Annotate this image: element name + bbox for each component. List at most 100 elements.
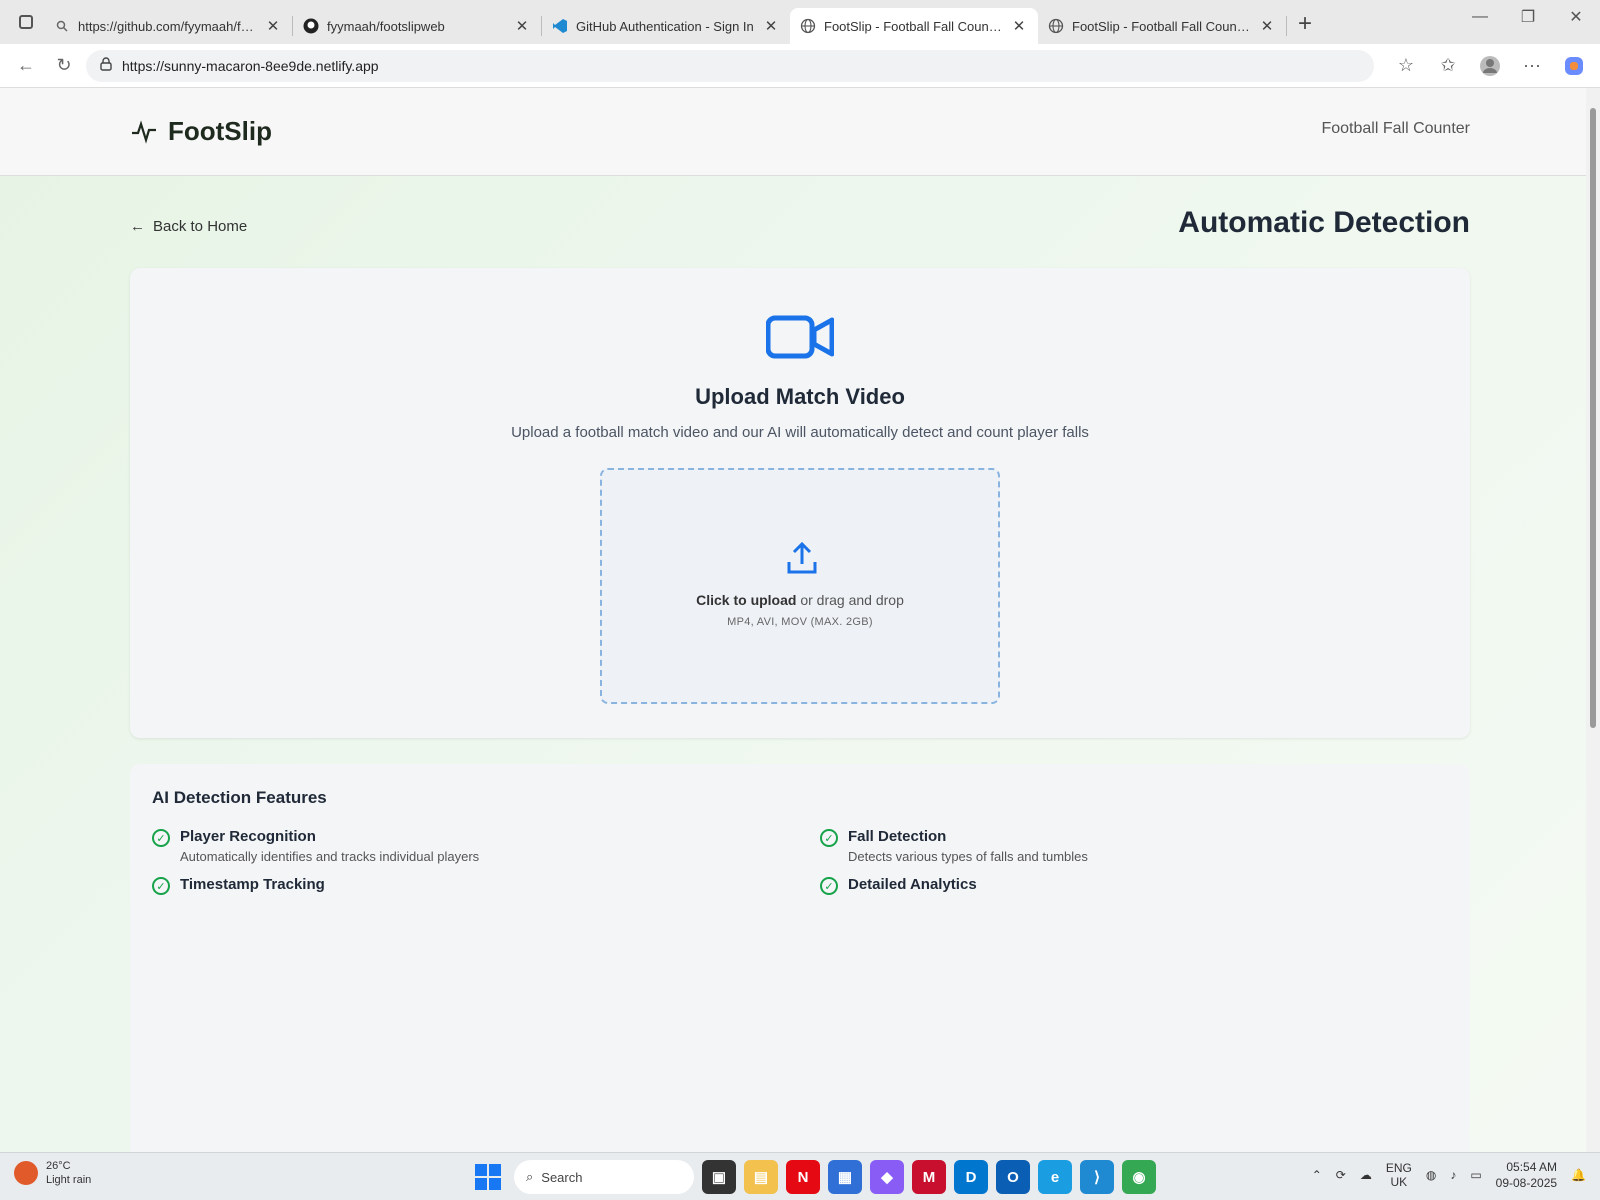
weather-widget[interactable]: 26°C Light rain — [14, 1159, 91, 1187]
feature-desc: Automatically identifies and tracks indi… — [180, 849, 480, 864]
drag-drop-text: or drag and drop — [800, 592, 904, 608]
weather-desc: Light rain — [46, 1174, 92, 1186]
profile-icon[interactable] — [1474, 50, 1506, 82]
clock-time: 05:54 AM — [1506, 1160, 1558, 1174]
language-indicator[interactable]: ENG UK — [1386, 1161, 1412, 1189]
tab-footslip[interactable]: FootSlip - Football Fall Counter ✕ — [1038, 8, 1286, 44]
scrollbar-thumb[interactable] — [1590, 108, 1596, 728]
upload-formats: MP4, AVI, MOV (MAX. 2GB) — [727, 616, 873, 628]
page-scrollbar[interactable] — [1586, 88, 1600, 1152]
tab-title: fyymaah/footslipweb — [327, 18, 445, 34]
vscode-icon — [552, 18, 568, 34]
address-bar[interactable]: https://sunny-macaron-8ee9de.netlify.app — [86, 49, 1374, 82]
edge-icon[interactable]: e — [1038, 1160, 1072, 1194]
arrow-left-icon: ← — [130, 218, 145, 235]
tab-footslip-active[interactable]: FootSlip - Football Fall Counter ✕ — [790, 8, 1038, 44]
upload-subtitle: Upload a football match video and our AI… — [511, 424, 1089, 441]
screen: https://github.com/fyymaah/foot ✕ fyymaa… — [0, 0, 1600, 1200]
back-arrow-icon[interactable]: ← — [10, 50, 42, 82]
close-icon[interactable]: ✕ — [264, 17, 282, 35]
feature-item: ✓ Fall Detection Detects various types o… — [820, 828, 1448, 864]
tab-github-url[interactable]: https://github.com/fyymaah/foot ✕ — [44, 8, 292, 44]
feature-title: Detailed Analytics — [848, 876, 977, 893]
star-icon[interactable]: ☆ — [1390, 50, 1422, 82]
feature-item: ✓ Detailed Analytics — [820, 876, 1448, 895]
taskbar: 26°C Light rain ⌕ Search ▣ ▤ N ▦ ◆ M D O… — [0, 1152, 1600, 1200]
close-icon[interactable]: ✕ — [513, 17, 531, 35]
check-circle-icon: ✓ — [820, 829, 838, 847]
features-title: AI Detection Features — [152, 788, 327, 807]
outlook-icon[interactable]: O — [996, 1160, 1030, 1194]
page-title: Automatic Detection — [1178, 206, 1470, 239]
browser-toolbar: ☆ ✩ ··· — [1390, 50, 1590, 82]
dell-icon[interactable]: D — [954, 1160, 988, 1194]
tab-title: FootSlip - Football Fall Counter — [1072, 18, 1250, 34]
upload-title: Upload Match Video — [695, 384, 905, 409]
taskbar-search-label: Search — [541, 1169, 583, 1185]
windows-start-icon[interactable] — [470, 1159, 506, 1195]
mcafee-icon[interactable]: M — [912, 1160, 946, 1194]
close-icon[interactable]: ✕ — [1010, 17, 1028, 35]
check-circle-icon: ✓ — [152, 877, 170, 895]
tab-title: https://github.com/fyymaah/foot — [78, 18, 256, 34]
tab-actions-button[interactable] — [8, 4, 44, 40]
features-grid: ✓ Player Recognition Automatically ident… — [152, 828, 1448, 895]
feature-title: Player Recognition — [180, 828, 316, 845]
globe-icon — [800, 18, 816, 34]
taskbar-search[interactable]: ⌕ Search — [514, 1160, 694, 1194]
upload-icon — [787, 541, 817, 574]
video-camera-icon — [766, 315, 834, 359]
tab-github-auth[interactable]: GitHub Authentication - Sign In ✕ — [542, 8, 790, 44]
refresh-icon[interactable]: ↻ — [48, 50, 80, 82]
sync-icon[interactable]: ⟳ — [1336, 1168, 1346, 1182]
upload-card: Upload Match Video Upload a football mat… — [130, 268, 1470, 738]
store-icon[interactable]: ▦ — [828, 1160, 862, 1194]
close-icon[interactable]: ✕ — [1258, 17, 1276, 35]
close-icon[interactable]: ✕ — [762, 17, 780, 35]
feature-title: Fall Detection — [848, 828, 947, 845]
search-icon: ⌕ — [526, 1169, 534, 1184]
favorites-icon[interactable]: ✩ — [1432, 50, 1464, 82]
tab-title: FootSlip - Football Fall Counter — [824, 18, 1002, 34]
cloud-icon[interactable]: ☁ — [1360, 1168, 1372, 1182]
netflix-icon[interactable]: N — [786, 1160, 820, 1194]
close-window-icon[interactable]: ✕ — [1552, 0, 1600, 34]
task-view-icon[interactable]: ▣ — [702, 1160, 736, 1194]
tab-github-repo[interactable]: fyymaah/footslipweb ✕ — [293, 8, 541, 44]
vscode-app-icon[interactable]: ⟩ — [1080, 1160, 1114, 1194]
copilot-app-icon[interactable]: ◆ — [870, 1160, 904, 1194]
copilot-icon[interactable] — [1558, 50, 1590, 82]
minimize-icon[interactable]: — — [1456, 0, 1504, 34]
notification-bell-icon[interactable]: 🔔 — [1571, 1168, 1586, 1182]
more-icon[interactable]: ··· — [1516, 50, 1548, 82]
new-tab-button[interactable]: + — [1287, 6, 1323, 42]
network-icon[interactable]: ◍ — [1426, 1168, 1436, 1182]
chrome-icon[interactable]: ◉ — [1122, 1160, 1156, 1194]
battery-icon[interactable]: ▭ — [1470, 1168, 1481, 1182]
upload-instructions: Click to upload or drag and drop — [602, 592, 998, 608]
site-logo[interactable]: FootSlip — [130, 116, 272, 147]
weather-temp: 26°C — [46, 1160, 71, 1172]
tab-actions-icon — [19, 15, 33, 29]
check-circle-icon: ✓ — [152, 829, 170, 847]
feature-desc: Detects various types of falls and tumbl… — [848, 849, 1088, 864]
clock-date: 09-08-2025 — [1495, 1176, 1558, 1190]
navigation-bar: ← ↻ https://sunny-macaron-8ee9de.netlify… — [0, 44, 1600, 88]
system-tray: ⌃ ⟳ ☁ ENG UK ◍ ♪ ▭ 05:54 AM 09-08-2025 🔔 — [1312, 1159, 1586, 1191]
taskbar-apps: ⌕ Search ▣ ▤ N ▦ ◆ M D O e ⟩ ◉ — [470, 1159, 1156, 1195]
volume-icon[interactable]: ♪ — [1450, 1168, 1456, 1182]
chevron-up-icon[interactable]: ⌃ — [1312, 1168, 1322, 1182]
lock-icon — [100, 57, 112, 74]
clock[interactable]: 05:54 AM 09-08-2025 — [1496, 1159, 1557, 1191]
file-drop-zone[interactable]: Click to upload or drag and drop MP4, AV… — [600, 468, 1000, 704]
web-page: FootSlip Football Fall Counter ← Back to… — [0, 88, 1600, 1152]
language-region: UK — [1390, 1175, 1408, 1189]
feature-item: ✓ Timestamp Tracking — [152, 876, 780, 895]
header-tagline: Football Fall Counter — [1321, 120, 1470, 137]
language-code: ENG — [1385, 1161, 1412, 1175]
back-to-home-link[interactable]: ← Back to Home — [130, 218, 247, 235]
feature-item: ✓ Player Recognition Automatically ident… — [152, 828, 780, 864]
file-explorer-icon[interactable]: ▤ — [744, 1160, 778, 1194]
restore-icon[interactable]: ❐ — [1504, 0, 1552, 34]
click-to-upload-text: Click to upload — [696, 592, 797, 608]
